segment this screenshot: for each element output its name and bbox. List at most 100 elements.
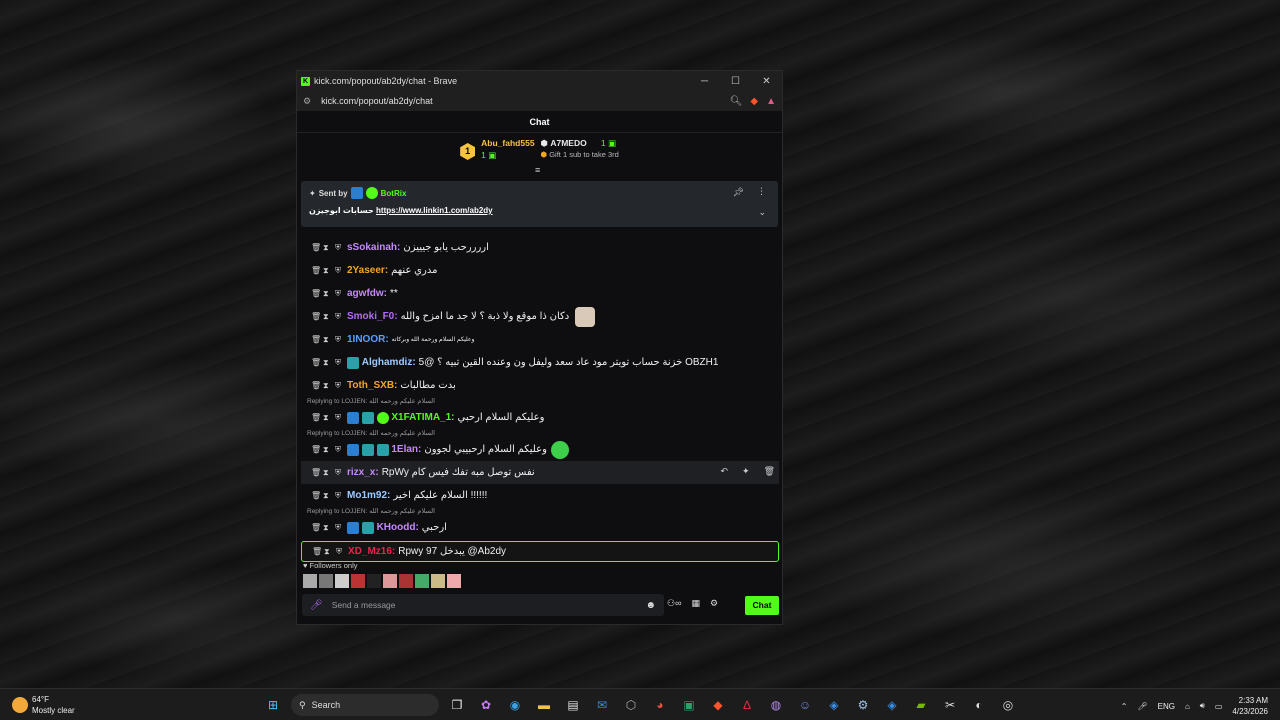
steam-icon[interactable]: ⚙ [852, 694, 874, 716]
ban-icon[interactable]: ⛨ [335, 468, 347, 478]
microphone-tray-icon[interactable]: 🎤︎ [1137, 702, 1147, 711]
ban-icon[interactable]: ⛨ [335, 523, 347, 533]
avatar[interactable] [431, 574, 445, 588]
timeout-icon[interactable]: ⧗ [323, 445, 335, 455]
ban-icon[interactable]: ⛨ [335, 335, 347, 345]
timeout-icon[interactable]: ⧗ [323, 491, 335, 501]
pin-message-icon[interactable]: ✦ [742, 466, 750, 477]
ban-icon[interactable]: ⛨ [335, 413, 347, 423]
capcut-icon[interactable]: ✂ [939, 694, 961, 716]
battery-icon[interactable]: ▭ [1215, 702, 1223, 711]
clock[interactable]: 2:33 AM 4/23/2026 [1232, 695, 1268, 717]
chat-message[interactable]: 🗑︎ ⧗ ⛨ Mo1m92: السلام عليكم اخير !!!!!! [301, 484, 779, 507]
top-gifter-name[interactable]: Abu_fahd555 [481, 138, 534, 148]
store-app-icon[interactable]: ▤ [562, 694, 584, 716]
gear-icon[interactable]: ⚙ [710, 598, 718, 609]
delete-icon[interactable]: 🗑︎ [311, 413, 323, 422]
mail-icon[interactable]: ✉ [591, 694, 613, 716]
timeout-icon[interactable]: ⧗ [323, 335, 335, 345]
network-icon[interactable]: ⌂ [1185, 702, 1190, 711]
maximize-button[interactable]: ☐ [720, 76, 751, 87]
chat-message[interactable]: 🗑︎ ⧗ ⛨ Alghamdiz: 5@ خزنة حساب تويتر مود ع… [301, 351, 779, 374]
reply-context[interactable]: Replying to LOJJEN: السلام عليكم ورحمه ا… [301, 429, 779, 438]
ban-icon[interactable]: ⛨ [335, 445, 347, 455]
avatar[interactable] [319, 574, 333, 588]
timeout-icon[interactable]: ⧗ [323, 413, 335, 423]
chat-username[interactable]: 1Elan: [391, 444, 421, 455]
timeout-icon[interactable]: ⧗ [323, 312, 335, 322]
app2-icon[interactable]: ◈ [823, 694, 845, 716]
chat-message[interactable]: 🗑︎ ⧗ ⛨ agwfdw: ** [301, 282, 779, 305]
delete-icon[interactable]: 🗑︎ [311, 445, 323, 454]
avatar[interactable] [383, 574, 397, 588]
excel-icon[interactable]: ▣ [678, 694, 700, 716]
timeout-icon[interactable]: ⧗ [323, 358, 335, 368]
timeout-icon[interactable]: ⧗ [323, 266, 335, 276]
unpin-icon[interactable]: 📌︎ [733, 187, 744, 198]
chat-message[interactable]: 🗑︎ ⧗ ⛨ sSokainah: اررررحب يابو جيييزن [301, 236, 779, 259]
chat-username[interactable]: 2Yaseer: [347, 265, 388, 276]
sent-by-user[interactable]: BotRix [381, 189, 407, 198]
chat-username[interactable]: KHoodd: [377, 522, 419, 533]
app3-icon[interactable]: ◈ [881, 694, 903, 716]
minimize-button[interactable]: ─ [689, 76, 720, 87]
ban-icon[interactable]: ⛨ [335, 358, 347, 368]
delete-icon[interactable]: 🗑︎ [311, 523, 323, 532]
avatar[interactable] [399, 574, 413, 588]
settings-icon[interactable]: ⬡ [620, 694, 642, 716]
chat-message[interactable]: 🗑︎ ⧗ ⛨ X1FATIMA_1: وعليكم السلام ارحبي [301, 406, 779, 429]
chat-username[interactable]: Mo1m92: [347, 490, 390, 501]
chat-message[interactable]: 🗑︎ ⧗ ⛨ KHoodd: ارحبي [301, 516, 779, 539]
delete-icon[interactable]: 🗑︎ [311, 335, 323, 344]
delete-icon[interactable]: 🗑︎ [311, 491, 323, 500]
brave-shields-icon[interactable]: ◆ [750, 96, 758, 107]
users-icon[interactable]: ⚇∞ [667, 598, 681, 609]
timeout-icon[interactable]: ⧗ [323, 468, 335, 478]
acrobat-icon[interactable]: ∆ [736, 694, 758, 716]
chevron-down-icon[interactable]: ⌄ [758, 207, 766, 218]
delete-icon[interactable]: 🗑︎ [311, 468, 323, 477]
timeout-icon[interactable]: ⧗ [324, 547, 336, 557]
obs-icon[interactable]: ◎ [997, 694, 1019, 716]
send-chat-button[interactable]: Chat [745, 596, 779, 615]
file-explorer-icon[interactable]: ▬ [533, 694, 555, 716]
delete-icon[interactable]: 🗑︎ [312, 547, 324, 556]
chat-username[interactable]: 1INOOR: [347, 334, 389, 345]
ban-icon[interactable]: ⛨ [335, 289, 347, 299]
site-settings-icon[interactable]: ⚙ [303, 96, 311, 107]
chat-message[interactable]: 🗑︎ ⧗ ⛨ Smoki_F0: دكان ذا موقع ولا ذبة ؟ لا… [301, 305, 779, 328]
chat-message[interactable]: 🗑︎ ⧗ ⛨ 2Yaseer: مدري عنهم [301, 259, 779, 282]
brave-rewards-icon[interactable]: ▲ [766, 96, 776, 107]
message-input[interactable]: Send a message [332, 600, 646, 610]
ban-icon[interactable]: ⛨ [336, 547, 348, 557]
zoom-icon[interactable]: 🔍︎ [730, 96, 743, 107]
close-button[interactable]: ✕ [751, 76, 782, 87]
avatar[interactable] [303, 574, 317, 588]
chat-username[interactable]: agwfdw: [347, 288, 387, 299]
timeout-icon[interactable]: ⧗ [323, 289, 335, 299]
reply-icon[interactable]: ↶ [720, 466, 728, 477]
weather-widget[interactable]: 64°F Mostly clear [12, 694, 75, 716]
avatar[interactable] [447, 574, 461, 588]
delete-icon[interactable]: 🗑︎ [311, 266, 323, 275]
avatar[interactable] [351, 574, 365, 588]
copilot-icon[interactable]: ✿ [475, 694, 497, 716]
delete-icon[interactable]: 🗑︎ [311, 312, 323, 321]
chat-username[interactable]: XD_Mz16: [348, 546, 395, 557]
chat-username[interactable]: Alghamdiz: [362, 357, 416, 368]
ban-icon[interactable]: ⛨ [335, 312, 347, 322]
timeout-icon[interactable]: ⧗ [323, 243, 335, 253]
chat-username[interactable]: rizx_x: [347, 467, 379, 478]
start-icon[interactable]: ⊞ [262, 694, 284, 716]
avatar[interactable] [415, 574, 429, 588]
chat-message[interactable]: 🗑︎ ⧗ ⛨ Toth_SXB: بدت مطالبات [301, 374, 779, 397]
message-composer[interactable]: 🎤︎ Send a message ☻ [302, 594, 664, 616]
edge-icon[interactable]: ◉ [504, 694, 526, 716]
language-indicator[interactable]: ENG [1158, 702, 1175, 711]
app-icon[interactable]: ◍ [765, 694, 787, 716]
brave-icon[interactable]: ◆ [707, 694, 729, 716]
avatar[interactable] [367, 574, 381, 588]
collapse-icon[interactable]: ≡ [535, 165, 540, 175]
store-icon[interactable]: ▦ [691, 598, 700, 609]
emoji-icon[interactable]: ☻ [645, 600, 656, 611]
